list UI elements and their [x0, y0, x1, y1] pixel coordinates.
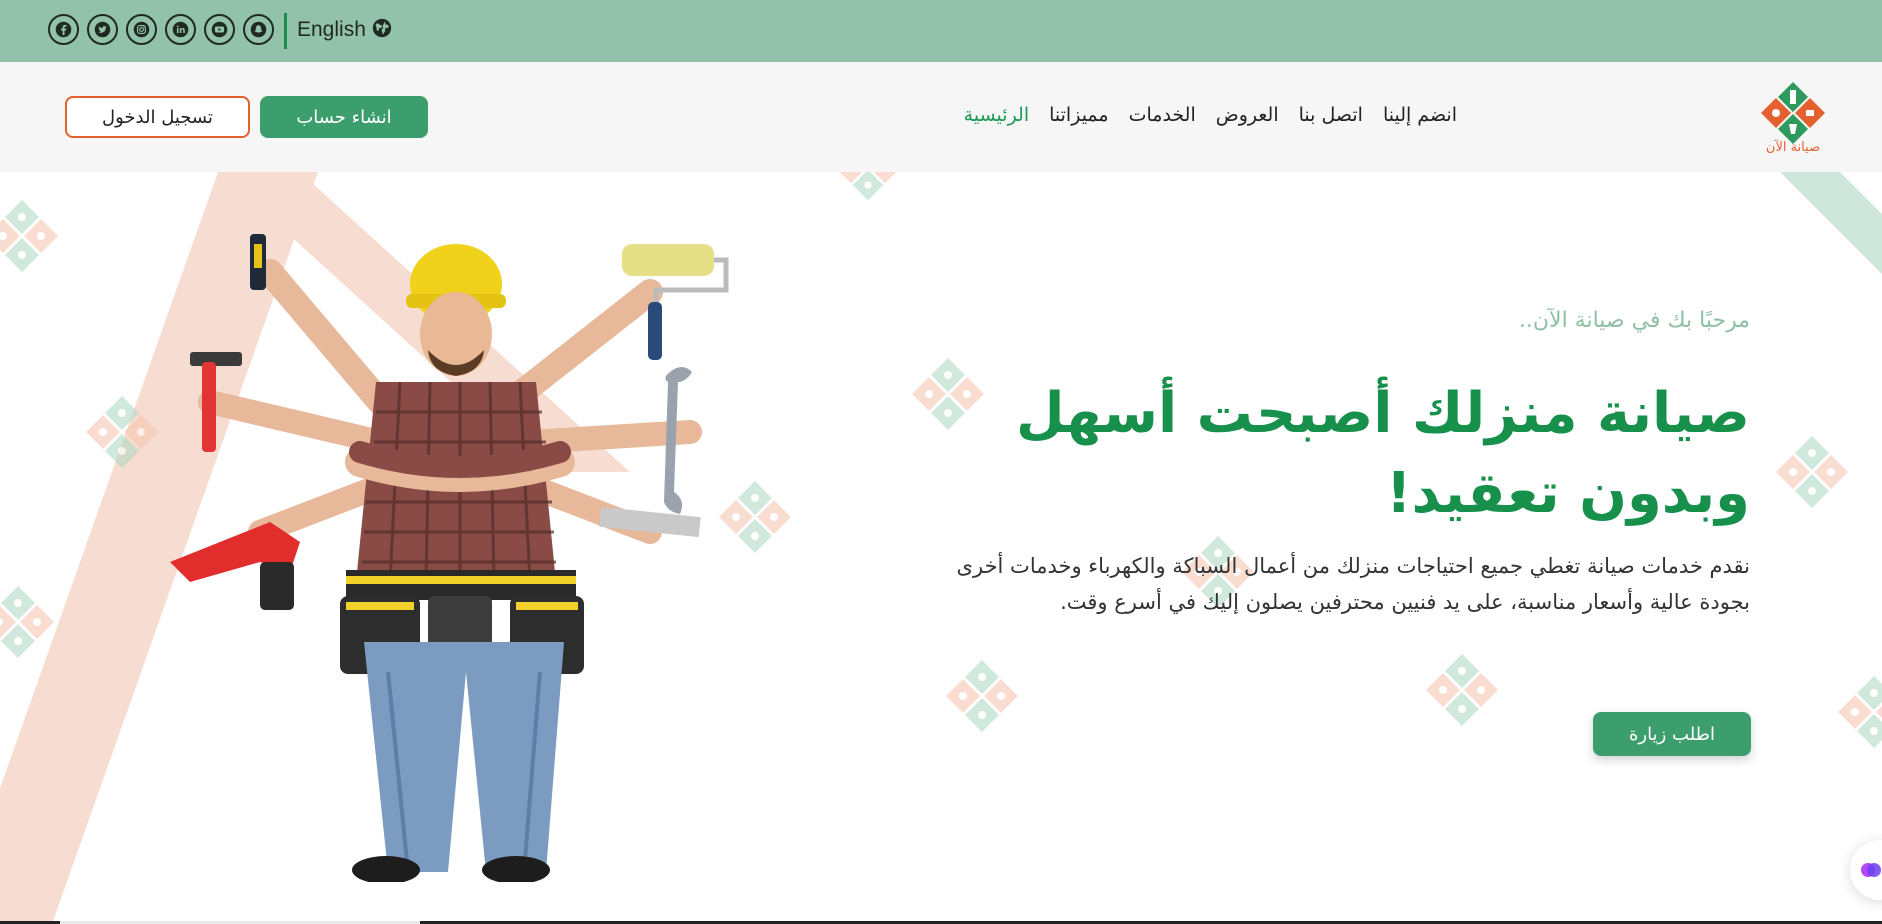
topbar-divider [284, 13, 287, 49]
request-visit-button[interactable]: اطلب زيارة [1593, 712, 1751, 756]
twitter-icon[interactable] [87, 14, 118, 45]
nav-link-home[interactable]: الرئيسية [964, 104, 1029, 126]
facebook-icon[interactable] [48, 14, 79, 45]
instagram-icon[interactable] [126, 14, 157, 45]
globe-icon [371, 17, 393, 43]
hero-description: نقدم خدمات صيانة تغطي جميع احتياجات منزل… [956, 554, 1750, 614]
language-switcher[interactable]: English [297, 17, 393, 43]
hero-headline: صيانة منزلك أصبحت أسهل وبدون تعقيد! [1015, 381, 1750, 526]
site-logo[interactable]: صيانة الآن [1756, 80, 1830, 160]
nav-links: الرئيسية مميزاتنا الخدمات العروض اتصل بن… [964, 104, 1457, 126]
logo-text: صيانة الآن [1765, 140, 1821, 155]
nav-link-join[interactable]: انضم إلينا [1383, 104, 1457, 126]
login-button[interactable]: تسجيل الدخول [65, 96, 250, 138]
hero-welcome: مرحبًا بك في صيانة الآن.. [1518, 308, 1750, 333]
language-label[interactable]: English [297, 18, 366, 42]
main-navbar: صيانة الآن الرئيسية مميزاتنا الخدمات الع… [0, 62, 1882, 172]
social-links [48, 14, 274, 45]
youtube-icon[interactable] [204, 14, 235, 45]
nav-link-contact[interactable]: اتصل بنا [1299, 104, 1363, 126]
handyman-illustration [170, 234, 729, 882]
chat-icon [1861, 863, 1881, 877]
top-bar: English [0, 0, 1882, 62]
signup-button[interactable]: انشاء حساب [260, 96, 428, 138]
logo-mark [1761, 82, 1825, 144]
snapchat-icon[interactable] [243, 14, 274, 45]
nav-link-features[interactable]: مميزاتنا [1049, 104, 1108, 126]
linkedin-icon[interactable] [165, 14, 196, 45]
nav-link-offers[interactable]: العروض [1216, 104, 1279, 126]
hero-section: مرحبًا بك في صيانة الآن.. صيانة منزلك أص… [0, 172, 1882, 924]
nav-link-services[interactable]: الخدمات [1129, 104, 1196, 126]
